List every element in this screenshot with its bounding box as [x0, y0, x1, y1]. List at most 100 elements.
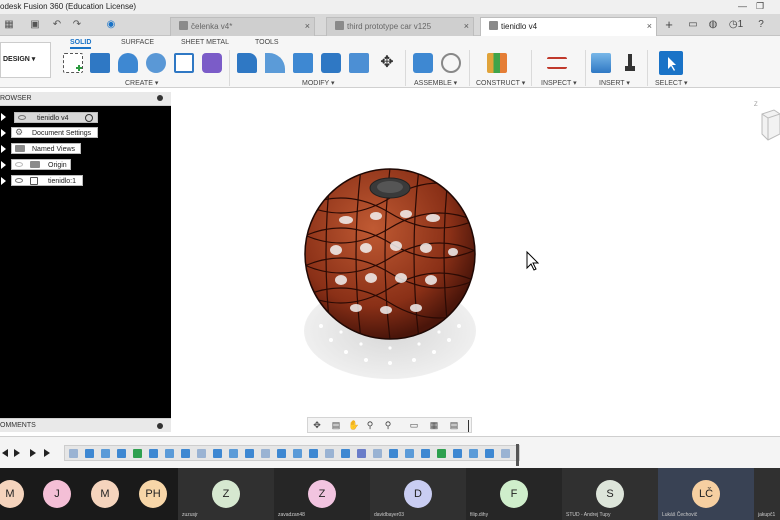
construction-feature-icon[interactable]	[437, 449, 446, 458]
tab-tienidlo[interactable]: tienidlo v4 ×	[480, 17, 657, 36]
feature-icon[interactable]	[309, 449, 318, 458]
create-form-icon[interactable]	[202, 53, 222, 73]
combine-icon[interactable]	[349, 53, 369, 73]
feature-icon[interactable]	[453, 449, 462, 458]
feature-icon[interactable]	[245, 449, 254, 458]
participant-tile[interactable]: S STUD - Andrej Tupy	[562, 468, 658, 520]
revolve-icon[interactable]	[118, 53, 138, 73]
feature-icon[interactable]	[405, 449, 414, 458]
look-at-icon[interactable]: ▤	[330, 420, 342, 431]
notifications-icon[interactable]: ◷1	[726, 18, 746, 32]
expand-arrow-icon[interactable]	[1, 145, 6, 153]
inspect-menu[interactable]: INSPECT ▾	[541, 79, 577, 87]
participant-tile[interactable]: PH	[132, 468, 178, 520]
close-icon[interactable]: ×	[464, 18, 469, 35]
timeline-track[interactable]	[64, 445, 520, 461]
feature-icon[interactable]	[389, 449, 398, 458]
extensions-icon[interactable]: ▭	[686, 18, 700, 32]
fit-icon[interactable]: ⚲	[382, 420, 394, 431]
insert-menu[interactable]: INSERT ▾	[599, 79, 630, 87]
feature-icon[interactable]	[149, 449, 158, 458]
extrude-icon[interactable]	[90, 53, 110, 73]
select-menu[interactable]: SELECT ▾	[655, 79, 688, 87]
insert-mcmaster-icon[interactable]	[620, 53, 640, 73]
save-icon[interactable]: ▣	[28, 18, 42, 32]
select-icon[interactable]	[659, 51, 683, 75]
redo-icon[interactable]: ↷	[70, 18, 84, 32]
close-icon[interactable]: ×	[305, 18, 310, 35]
new-component-icon[interactable]	[413, 53, 433, 73]
expand-arrow-icon[interactable]	[1, 177, 6, 185]
tab-celenka[interactable]: čelenka v4* ×	[170, 17, 315, 36]
go-to-start-icon[interactable]	[2, 449, 8, 457]
measure-icon[interactable]	[547, 57, 567, 69]
feature-icon[interactable]	[165, 449, 174, 458]
fillet-icon[interactable]	[265, 53, 285, 73]
undo-icon[interactable]: ↶	[50, 18, 64, 32]
job-status-icon[interactable]: ◉	[104, 18, 118, 32]
modify-menu[interactable]: MODIFY ▾	[302, 79, 335, 87]
feature-icon[interactable]	[421, 449, 430, 458]
participant-tile[interactable]: Z zuzusjr	[178, 468, 274, 520]
pattern-icon[interactable]	[174, 53, 194, 73]
sketch-feature-icon[interactable]	[197, 449, 206, 458]
offset-plane-icon[interactable]	[487, 53, 507, 73]
tab-tools[interactable]: TOOLS	[255, 39, 279, 46]
chamfer-icon[interactable]	[293, 53, 313, 73]
add-comment-icon[interactable]	[157, 423, 163, 429]
participant-tile[interactable]: D davidbayer03	[370, 468, 466, 520]
sketch-feature-icon[interactable]	[325, 449, 334, 458]
participant-tile[interactable]: LČ Lukáš Čechovič	[658, 468, 754, 520]
browser-node-root[interactable]: tienidlo v4	[14, 112, 98, 123]
tab-third-prototype[interactable]: third prototype car v125 ×	[326, 17, 474, 36]
sketch-feature-icon[interactable]	[373, 449, 382, 458]
create-menu[interactable]: CREATE ▾	[125, 79, 158, 87]
construction-feature-icon[interactable]	[133, 449, 142, 458]
grid-icon[interactable]: ▦	[428, 420, 440, 431]
feature-icon[interactable]	[293, 449, 302, 458]
display-settings-icon[interactable]: ▭	[408, 420, 420, 431]
collapse-icon[interactable]	[157, 95, 163, 101]
sketch-feature-icon[interactable]	[501, 449, 510, 458]
construct-menu[interactable]: CONSTRUCT ▾	[476, 79, 525, 87]
joint-icon[interactable]	[441, 53, 461, 73]
feature-icon[interactable]	[117, 449, 126, 458]
pan-hand-icon[interactable]: ✋	[348, 420, 360, 431]
activate-radio-icon[interactable]	[85, 114, 93, 122]
browser-node-component[interactable]: tienidlo:1	[11, 175, 83, 186]
visibility-eye-icon[interactable]	[18, 115, 26, 120]
shell-icon[interactable]	[321, 53, 341, 73]
pattern-feature-icon[interactable]	[357, 449, 366, 458]
play-icon[interactable]	[14, 449, 20, 457]
help-icon[interactable]: ?	[754, 18, 768, 32]
tab-surface[interactable]: SURFACE	[121, 39, 154, 46]
participant-tile[interactable]: Z zavadzan48	[274, 468, 370, 520]
new-tab-button[interactable]: +	[662, 18, 676, 32]
feature-icon[interactable]	[213, 449, 222, 458]
participant-tile[interactable]: M	[84, 468, 132, 520]
job-status-circle-icon[interactable]: ◍	[706, 18, 720, 32]
minimize-button[interactable]: —	[738, 1, 747, 11]
step-forward-icon[interactable]	[30, 449, 36, 457]
create-sketch-icon[interactable]	[63, 53, 83, 73]
grid-menu-icon[interactable]: ▦	[2, 18, 16, 32]
feature-icon[interactable]	[181, 449, 190, 458]
sketch-feature-icon[interactable]	[69, 449, 78, 458]
sketch-feature-icon[interactable]	[261, 449, 270, 458]
participant-tile[interactable]: F filip.dihy	[466, 468, 562, 520]
feature-icon[interactable]	[277, 449, 286, 458]
go-to-end-icon[interactable]	[44, 449, 50, 457]
insert-image-icon[interactable]	[591, 53, 611, 73]
feature-icon[interactable]	[485, 449, 494, 458]
assemble-menu[interactable]: ASSEMBLE ▾	[414, 79, 457, 87]
visibility-eye-icon[interactable]	[15, 162, 23, 167]
participant-tile[interactable]: jakupč1	[754, 468, 780, 520]
extrude-feature-icon[interactable]	[85, 449, 94, 458]
move-copy-icon[interactable]: ✥	[377, 53, 397, 73]
view-cube[interactable]: Z	[752, 100, 780, 146]
press-pull-icon[interactable]	[237, 53, 257, 73]
3d-viewport[interactable]	[171, 88, 780, 436]
participant-tile[interactable]: J	[36, 468, 84, 520]
close-icon[interactable]: ×	[647, 18, 652, 35]
timeline-marker[interactable]	[516, 444, 519, 466]
